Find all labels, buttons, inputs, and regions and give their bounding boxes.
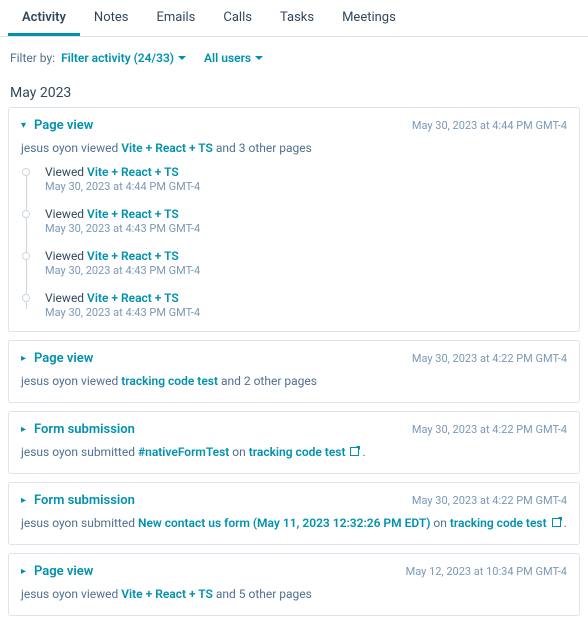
activity-card: ▸ Page view May 12, 2023 at 10:34 PM GMT-4… [8,553,580,616]
activity-card: ▸ Form submission May 30, 2023 at 4:22 PM … [8,482,580,545]
chevron-right-icon[interactable]: ▸ [21,353,26,364]
activity-card: ▸ Form submission May 30, 2023 at 4:22 PM … [8,411,580,474]
detail-item: Viewed Vite + React + TSMay 30, 2023 at … [35,165,567,193]
card-title[interactable]: Page view [34,118,93,133]
timeline-dot-icon [22,168,30,176]
activity-feed: ▾ Page view May 30, 2023 at 4:44 PM GMT-4 j… [0,107,588,634]
detail-text: Viewed Vite + React + TS [45,165,567,179]
card-timestamp: May 30, 2023 at 4:22 PM GMT-4 [412,352,567,365]
chevron-right-icon[interactable]: ▸ [21,424,26,435]
tab-emails[interactable]: Emails [142,0,209,36]
tab-notes[interactable]: Notes [80,0,143,36]
chevron-down-icon [178,56,186,60]
page-link[interactable]: tracking code test [450,516,547,530]
filter-activity-label: Filter activity (24/33) [61,51,174,65]
timeline-dot-icon [22,252,30,260]
page-link[interactable]: tracking code test [121,374,218,388]
card-timestamp: May 30, 2023 at 4:22 PM GMT-4 [412,423,567,436]
page-link[interactable]: #nativeFormTest [138,445,229,459]
detail-item: Viewed Vite + React + TSMay 30, 2023 at … [35,207,567,235]
external-link-icon [552,518,561,527]
detail-timestamp: May 30, 2023 at 4:43 PM GMT-4 [45,306,567,319]
filter-by-label: Filter by: [10,51,55,65]
page-link[interactable]: Vite + React + TS [87,207,179,221]
page-link[interactable]: New contact us form (May 11, 2023 12:32:… [138,516,430,530]
filter-users-label: All users [204,51,251,65]
external-link-icon [350,447,359,456]
tab-activity[interactable]: Activity [8,0,80,36]
tab-tasks[interactable]: Tasks [266,0,328,36]
card-timestamp: May 30, 2023 at 4:22 PM GMT-4 [412,494,567,507]
page-link[interactable]: tracking code test [249,445,346,459]
page-link[interactable]: Vite + React + TS [121,587,213,601]
card-body: jesus oyon viewed Vite + React + TS and … [21,139,567,157]
tab-calls[interactable]: Calls [209,0,266,36]
detail-text: Viewed Vite + React + TS [45,207,567,221]
card-timestamp: May 12, 2023 at 10:34 PM GMT-4 [406,565,567,578]
card-body: jesus oyon viewed Vite + React + TS and … [21,585,567,603]
filter-users-dropdown[interactable]: All users [204,51,263,65]
tab-bar: ActivityNotesEmailsCallsTasksMeetings [0,0,588,37]
detail-timestamp: May 30, 2023 at 4:43 PM GMT-4 [45,222,567,235]
card-title[interactable]: Page view [34,564,93,579]
page-link[interactable]: Vite + React + TS [87,249,179,263]
activity-card: ▸ Page view May 30, 2023 at 4:22 PM GMT-4 j… [8,340,580,403]
detail-list: Viewed Vite + React + TSMay 30, 2023 at … [21,165,567,319]
card-title[interactable]: Form submission [34,422,135,437]
card-title[interactable]: Page view [34,351,93,366]
detail-text: Viewed Vite + React + TS [45,249,567,263]
card-timestamp: May 30, 2023 at 4:44 PM GMT-4 [412,119,567,132]
timeline-dot-icon [22,210,30,218]
chevron-down-icon [255,56,263,60]
filter-row: Filter by: Filter activity (24/33) All u… [0,37,588,75]
chevron-right-icon[interactable]: ▸ [21,495,26,506]
filter-activity-dropdown[interactable]: Filter activity (24/33) [61,51,186,65]
activity-card: ▾ Page view May 30, 2023 at 4:44 PM GMT-4 j… [8,107,580,332]
timeline-dot-icon [22,294,30,302]
detail-item: Viewed Vite + React + TSMay 30, 2023 at … [35,249,567,277]
page-link[interactable]: Vite + React + TS [87,165,179,179]
chevron-right-icon[interactable]: ▸ [21,566,26,577]
card-title[interactable]: Form submission [34,493,135,508]
detail-text: Viewed Vite + React + TS [45,291,567,305]
detail-timestamp: May 30, 2023 at 4:43 PM GMT-4 [45,264,567,277]
month-heading: May 2023 [0,75,588,107]
card-body: jesus oyon submitted #nativeFormTest on … [21,443,567,461]
detail-timestamp: May 30, 2023 at 4:44 PM GMT-4 [45,180,567,193]
chevron-down-icon[interactable]: ▾ [21,120,26,131]
page-link[interactable]: Vite + React + TS [121,141,213,155]
tab-meetings[interactable]: Meetings [328,0,410,36]
card-body: jesus oyon submitted New contact us form… [21,514,567,532]
card-body: jesus oyon viewed tracking code test and… [21,372,567,390]
page-link[interactable]: Vite + React + TS [87,291,179,305]
detail-item: Viewed Vite + React + TSMay 30, 2023 at … [35,291,567,319]
